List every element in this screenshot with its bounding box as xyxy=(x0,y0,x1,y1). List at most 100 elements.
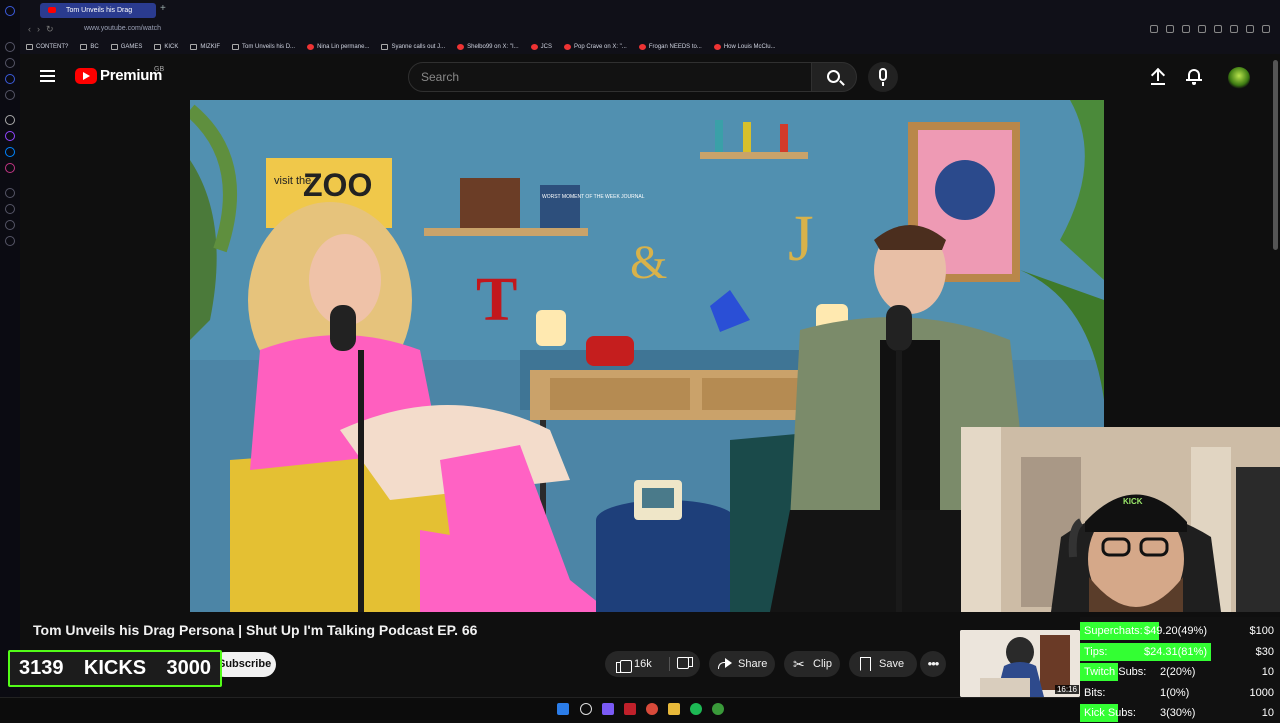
goal-row: Superchats: $49.20(49%) $100 xyxy=(1080,621,1280,641)
new-tab-button[interactable]: + xyxy=(160,3,166,14)
bookmark-icon xyxy=(80,44,88,50)
bookmark-item[interactable]: KICK xyxy=(154,40,186,54)
hamburger-menu-icon[interactable] xyxy=(40,70,55,82)
opera-icon[interactable] xyxy=(5,6,15,16)
camera-icon[interactable] xyxy=(1166,25,1174,33)
bookmark-label: KICK xyxy=(164,44,179,50)
file-explorer-icon[interactable] xyxy=(668,703,680,715)
windows-start-icon[interactable] xyxy=(557,703,569,715)
bookmarks-bar: CONTENT? BC GAMES KICK MIZKIF Tom Unveils his… xyxy=(20,40,1280,54)
goal-row: Bits: 1(0%) 1000 xyxy=(1080,683,1280,703)
shield-icon[interactable] xyxy=(1198,25,1206,33)
video-duration: 16:16 xyxy=(1054,685,1079,694)
goal-label: Kick Subs: xyxy=(1084,707,1136,719)
bookmark-label: JCS xyxy=(540,44,552,50)
easy-setup-icon[interactable] xyxy=(1182,25,1190,33)
clip-button[interactable]: ✂ Clip xyxy=(784,651,840,677)
bookmark-icon xyxy=(381,44,389,50)
more-actions-button[interactable]: ••• xyxy=(920,651,946,677)
bookmark-icon xyxy=(26,44,33,50)
url-field[interactable]: www.youtube.com/watch xyxy=(84,25,161,32)
profile-icon[interactable] xyxy=(1262,25,1270,33)
bookmark-item[interactable]: CONTENT? xyxy=(26,40,76,54)
recommended-thumbnail[interactable]: 16:16 xyxy=(960,630,1080,697)
mic-icon xyxy=(879,68,887,81)
bookmark-item[interactable]: How Louis McClu... xyxy=(713,40,784,54)
bookmark-item[interactable]: Tom Unveils his D... xyxy=(232,40,303,54)
bookmark-item[interactable]: Nina Lin permane... xyxy=(307,40,377,54)
kicks-target: 3000 xyxy=(166,657,211,679)
share-label: Share xyxy=(738,658,768,670)
bookmark-icon xyxy=(190,44,198,50)
bookmark-item[interactable]: GAMES xyxy=(110,40,151,54)
bookmark-label: CONTENT? xyxy=(36,44,69,50)
bookmark-item[interactable]: JCS xyxy=(530,40,560,54)
bookmark-item[interactable]: BC xyxy=(80,40,106,54)
upload-icon[interactable] xyxy=(1150,68,1166,86)
tab-active[interactable]: Tom Unveils his Drag xyxy=(40,3,156,18)
bookmark-icon xyxy=(713,44,721,50)
youtube-favicon-icon xyxy=(48,7,56,13)
sidebar-clock-icon[interactable] xyxy=(5,204,15,214)
zoom-icon[interactable] xyxy=(1150,25,1158,33)
bookmark-icon xyxy=(457,44,465,50)
xbox-icon[interactable] xyxy=(712,703,724,715)
goal-label: Twitch Subs: xyxy=(1084,666,1147,678)
sidebar-bookmarks-icon[interactable] xyxy=(5,58,15,68)
nav-arrows-icon[interactable]: ‹›↻ xyxy=(28,24,60,35)
sidebar-gear-icon[interactable] xyxy=(5,236,15,246)
search-button[interactable] xyxy=(811,62,857,92)
goal-row: Twitch Subs: 2(20%) 10 xyxy=(1080,662,1280,682)
extensions-icon[interactable] xyxy=(1230,25,1238,33)
sidebar-player-icon[interactable] xyxy=(5,188,15,198)
bookmark-label: Nina Lin permane... xyxy=(317,44,370,50)
goal-target: 10 xyxy=(1261,707,1274,719)
sidebar-twitch-icon[interactable] xyxy=(5,131,15,141)
sidebar-messenger-icon[interactable] xyxy=(5,74,15,84)
bookmark-label: Syanne calls out J... xyxy=(391,44,446,50)
browser-toolbar xyxy=(1150,25,1270,33)
tab-title: Tom Unveils his Drag xyxy=(66,7,133,14)
pin-icon[interactable] xyxy=(1214,25,1222,33)
opera-taskbar-icon[interactable] xyxy=(624,703,636,715)
like-count[interactable]: 16k xyxy=(634,651,652,677)
thumbs-down-icon[interactable] xyxy=(677,657,693,672)
bookmark-item[interactable]: Frogan NEEDS to... xyxy=(638,40,710,54)
account-avatar[interactable] xyxy=(1228,67,1250,89)
thumbs-up-icon[interactable] xyxy=(616,656,632,673)
region-label: GB xyxy=(154,66,165,73)
goal-value: 3(30%) xyxy=(1160,707,1196,719)
share-button[interactable]: Share xyxy=(709,651,775,677)
sidebar-instagram-icon[interactable] xyxy=(5,163,15,173)
page-scrollbar[interactable] xyxy=(1273,60,1278,250)
save-button[interactable]: Save xyxy=(849,651,917,677)
zoo-sign-text: ZOO xyxy=(303,167,372,203)
youtube-logo-icon[interactable] xyxy=(75,68,97,84)
webcam-frame xyxy=(961,427,1280,612)
sidebar-settings-icon[interactable] xyxy=(5,90,15,100)
spotify-icon[interactable] xyxy=(690,703,702,715)
search-box[interactable] xyxy=(408,62,812,92)
bookmark-item[interactable]: MIZKIF xyxy=(190,40,228,54)
bookmark-item[interactable]: Shelbo99 on X: "I... xyxy=(457,40,527,54)
like-dislike-group: 16k xyxy=(605,651,700,677)
bookmark-item[interactable]: Pop Crave on X: "... xyxy=(563,40,635,54)
search-input[interactable] xyxy=(421,70,801,84)
bookmark-icon xyxy=(154,44,162,50)
bookmark-label: Pop Crave on X: "... xyxy=(573,44,627,50)
brand-label[interactable]: Premium xyxy=(100,67,162,84)
discord-icon[interactable] xyxy=(602,703,614,715)
bookmark-icon xyxy=(110,44,118,50)
download-icon[interactable] xyxy=(1246,25,1254,33)
side-table xyxy=(596,520,736,612)
taskbar-search-icon[interactable] xyxy=(580,703,592,715)
voice-search-button[interactable] xyxy=(868,62,898,92)
sidebar-downloads-icon[interactable] xyxy=(5,220,15,230)
sidebar-history-icon[interactable] xyxy=(5,42,15,52)
sidebar-aria-icon[interactable] xyxy=(5,115,15,125)
sidebar-chat-icon[interactable] xyxy=(5,147,15,157)
notifications-bell-icon[interactable] xyxy=(1186,67,1202,85)
letter-j: J xyxy=(788,202,814,275)
bookmark-item[interactable]: Syanne calls out J... xyxy=(381,40,453,54)
chrome-icon[interactable] xyxy=(646,703,658,715)
